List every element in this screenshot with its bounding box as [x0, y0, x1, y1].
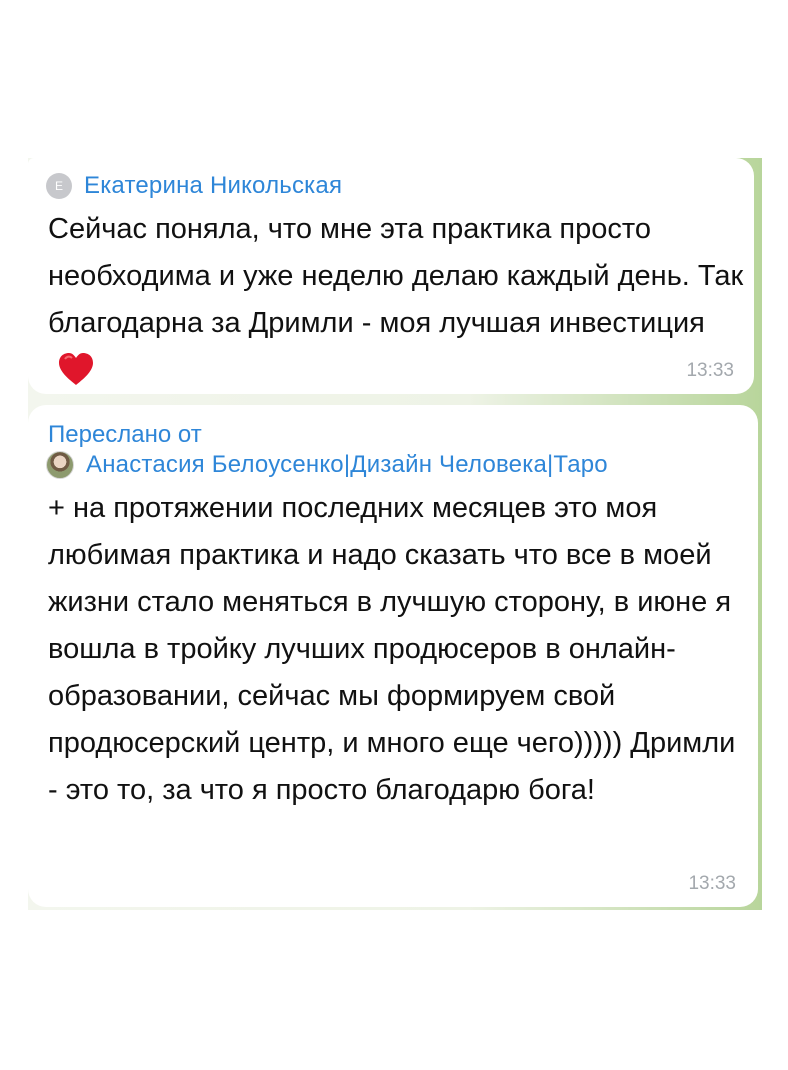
sender-name[interactable]: Екатерина Никольская — [84, 172, 342, 200]
chat-screen: E Екатерина Никольская Сейчас поняла, чт… — [0, 0, 788, 1070]
forwarded-sender-row[interactable]: Анастасия Белоусенко|Дизайн Человека|Тар… — [46, 451, 608, 479]
message-time: 13:33 — [686, 360, 734, 381]
forwarded-sender-name[interactable]: Анастасия Белоусенко|Дизайн Человека|Тар… — [86, 451, 608, 479]
forwarded-label: Переслано от — [48, 421, 202, 448]
message-text: Сейчас поняла, что мне эта практика прос… — [48, 206, 748, 394]
message-bubble[interactable]: E Екатерина Никольская Сейчас поняла, чт… — [28, 158, 754, 394]
avatar[interactable]: E — [46, 173, 72, 199]
sender-row[interactable]: E Екатерина Никольская — [46, 172, 342, 200]
red-heart-icon — [56, 351, 96, 387]
message-body: Сейчас поняла, что мне эта практика прос… — [48, 213, 744, 339]
avatar[interactable] — [46, 451, 74, 479]
message-time: 13:33 — [688, 873, 736, 894]
forwarded-message-bubble[interactable]: Переслано от Анастасия Белоусенко|Дизайн… — [28, 405, 758, 907]
message-text: + на протяжении последних месяцев это мо… — [48, 492, 736, 806]
